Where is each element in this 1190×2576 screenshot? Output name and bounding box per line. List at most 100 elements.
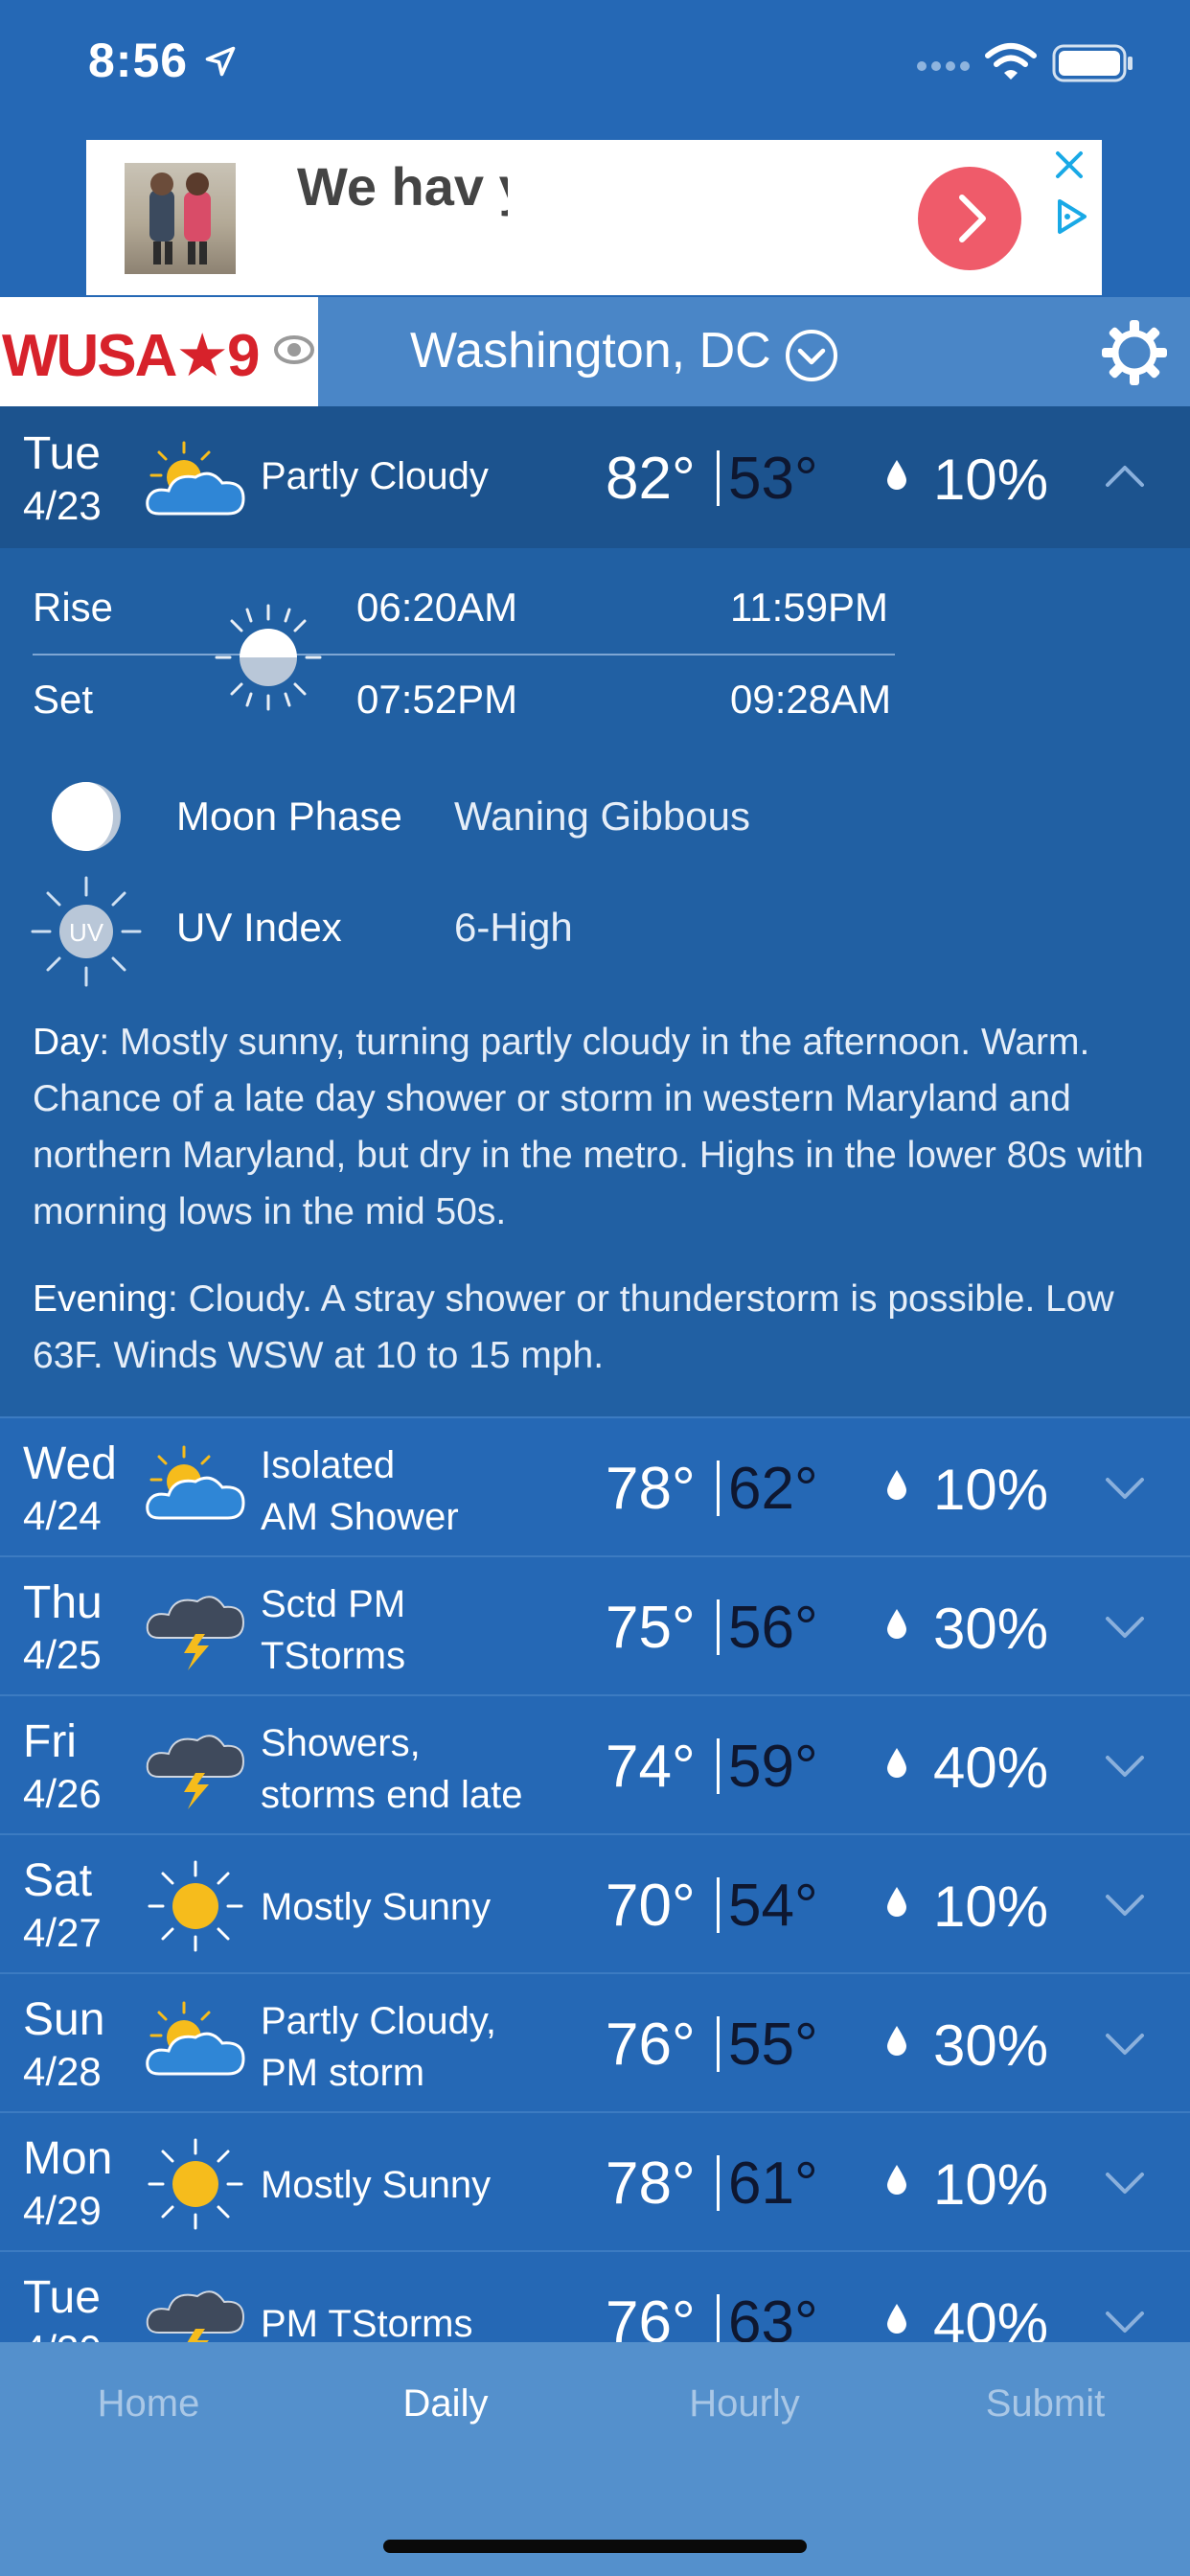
row-condition-line1: Partly Cloudy,	[261, 2000, 497, 2042]
temp-separator	[717, 2155, 720, 2211]
row-high: 78°	[606, 1456, 696, 1522]
ad-banner[interactable]: We hav you need	[86, 140, 1102, 295]
row-high: 78°	[606, 2150, 696, 2217]
row-date: 4/29	[23, 2188, 102, 2233]
raindrop-icon	[887, 1609, 906, 1639]
evening-label: Evening	[33, 1278, 168, 1320]
forecast-row[interactable]: Wed 4/24 Isolated AM Shower 78° 62° 10%	[0, 1416, 1190, 1555]
rise-label: Rise	[33, 585, 114, 630]
forecast-row[interactable]: Mon 4/29 Mostly Sunny 78° 61° 10%	[0, 2111, 1190, 2250]
raindrop-icon	[887, 1887, 906, 1917]
temp-separator	[717, 1877, 720, 1933]
eye-logo-icon	[274, 335, 314, 364]
row-day: Fri	[23, 1716, 77, 1767]
sunset-time: 07:52PM	[356, 677, 518, 722]
row-condition-line2: storms end late	[261, 1774, 523, 1816]
row-condition: Isolated AM Shower	[261, 1439, 459, 1543]
row-precip: 10%	[933, 448, 1049, 512]
row-high: 82°	[606, 446, 696, 512]
forecast-row[interactable]: Sun 4/28 Partly Cloudy, PM storm 76° 55° 30%	[0, 1972, 1190, 2111]
forecast-row[interactable]: Thu 4/25 Sctd PM TStorms 75° 56° 30%	[0, 1555, 1190, 1694]
chevron-down-icon[interactable]	[1104, 1613, 1146, 1642]
moon-phase-value: Waning Gibbous	[454, 794, 750, 839]
row-condition-line1: Sctd PM	[261, 1583, 406, 1625]
location-name[interactable]: Washington, DC	[410, 322, 771, 380]
row-date: 4/23	[23, 483, 102, 528]
row-date: 4/26	[23, 1771, 102, 1816]
sunrise-time: 06:20AM	[356, 585, 518, 630]
station-logo: WUSA★9	[0, 297, 318, 406]
uv-index-icon: UV	[31, 876, 142, 987]
row-condition-line1: Isolated	[261, 1444, 396, 1486]
row-high: 74°	[606, 1734, 696, 1800]
row-condition-line2: TStorms	[261, 1635, 406, 1677]
partly-cloudy-icon	[146, 441, 245, 516]
uv-index-value: 6-High	[454, 905, 573, 950]
row-low: 53°	[728, 446, 818, 512]
row-condition-line2: PM storm	[261, 2052, 425, 2094]
row-day: Tue	[23, 428, 101, 479]
moon-phase-icon	[52, 782, 121, 851]
row-condition-line1: Showers,	[261, 1722, 421, 1764]
row-day: Wed	[23, 1438, 117, 1489]
row-condition-line1: Mostly Sunny	[261, 1886, 492, 1928]
partly-cloudy-icon	[146, 2001, 245, 2076]
raindrop-icon	[887, 1470, 906, 1500]
row-precip: 10%	[933, 2152, 1049, 2217]
home-indicator	[383, 2540, 807, 2553]
row-condition-line1: Mostly Sunny	[261, 2164, 492, 2206]
row-condition: Partly Cloudy	[261, 455, 489, 497]
chevron-right-icon	[959, 195, 986, 242]
moonset-time: 09:28AM	[730, 677, 892, 722]
row-low: 62°	[728, 1456, 818, 1522]
ad-close-icon[interactable]	[1052, 148, 1087, 182]
row-precip: 10%	[933, 1458, 1049, 1522]
moonrise-time: 11:59PM	[730, 585, 888, 630]
row-condition: Mostly Sunny	[261, 2159, 491, 2211]
day-label: Day	[33, 1022, 100, 1063]
temp-separator	[717, 1460, 720, 1516]
gear-icon[interactable]	[1100, 318, 1169, 387]
row-condition-line2: AM Shower	[261, 1496, 459, 1538]
forecast-row[interactable]: Sat 4/27 Mostly Sunny 70° 54° 10%	[0, 1833, 1190, 1972]
thunderstorm-icon	[146, 1735, 245, 1809]
raindrop-icon	[887, 2304, 906, 2334]
chevron-down-icon[interactable]	[1104, 2030, 1146, 2058]
forecast-row[interactable]: Fri 4/26 Showers, storms end late 74° 59° 40%	[0, 1694, 1190, 1833]
adchoices-icon[interactable]	[1054, 197, 1088, 236]
row-date: 4/25	[23, 1632, 102, 1677]
row-condition: Showers, storms end late	[261, 1717, 522, 1821]
row-condition: Sctd PM TStorms	[261, 1578, 405, 1682]
raindrop-icon	[887, 2026, 906, 2056]
tab-hourly[interactable]: Hourly	[596, 2382, 893, 2426]
tab-home[interactable]: Home	[0, 2382, 297, 2426]
chevron-down-icon[interactable]	[1104, 1474, 1146, 1503]
row-low: 54°	[728, 1873, 818, 1939]
chevron-down-icon[interactable]	[1104, 1752, 1146, 1781]
moon-phase-label: Moon Phase	[176, 794, 402, 839]
temp-separator	[717, 2016, 720, 2072]
row-precip: 10%	[933, 1874, 1049, 1939]
row-low: 56°	[728, 1595, 818, 1661]
chevron-down-icon[interactable]	[1104, 2308, 1146, 2336]
day-description: : Mostly sunny, turning partly cloudy in…	[33, 1022, 1144, 1232]
chevron-down-icon[interactable]	[1104, 1891, 1146, 1920]
raindrop-icon	[887, 460, 906, 490]
row-day: Thu	[23, 1577, 103, 1628]
tab-bar: Home Daily Hourly Submit	[0, 2342, 1190, 2576]
set-label: Set	[33, 677, 94, 722]
forecast-row-expanded[interactable]: Tue 4/23 Partly Cloudy 82° 53° 10%	[0, 406, 1190, 548]
row-date: 4/24	[23, 1493, 102, 1538]
row-high: 75°	[606, 1595, 696, 1661]
ad-go-button[interactable]	[918, 167, 1021, 270]
tab-daily[interactable]: Daily	[297, 2382, 594, 2426]
chevron-down-icon[interactable]	[1104, 2169, 1146, 2197]
raindrop-icon	[887, 1748, 906, 1778]
chevron-up-icon[interactable]	[1104, 460, 1146, 489]
wifi-icon	[985, 43, 1037, 80]
row-day: Sat	[23, 1855, 93, 1906]
row-day: Mon	[23, 2133, 113, 2184]
chevron-down-circle-icon[interactable]	[784, 328, 839, 383]
status-time: 8:56	[88, 34, 189, 87]
tab-submit[interactable]: Submit	[897, 2382, 1190, 2426]
